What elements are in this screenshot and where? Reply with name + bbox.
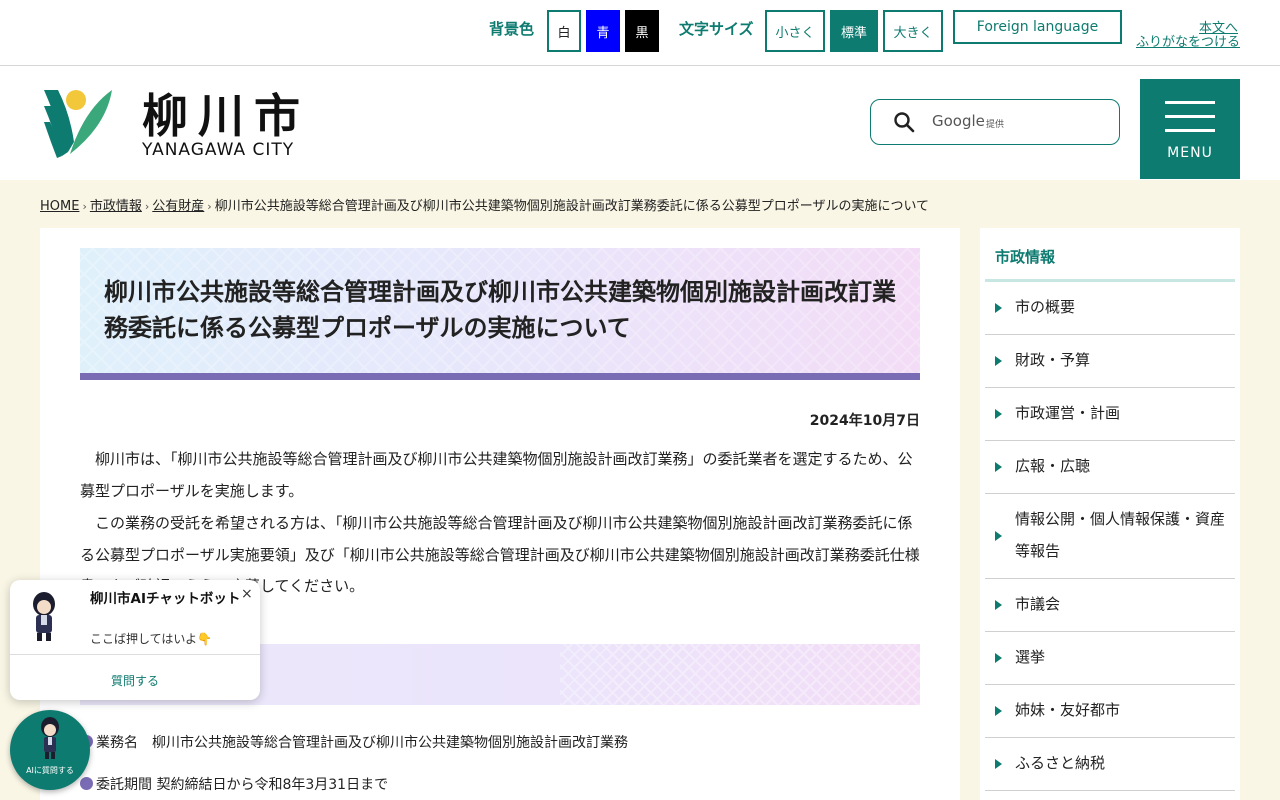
sidebar-item-hometown-tax[interactable]: ふるさと納税: [985, 738, 1235, 791]
page-title: 柳川市公共施設等総合管理計画及び柳川市公共建築物個別施設計画改訂業務委託に係る公…: [104, 278, 896, 342]
breadcrumb-public-property[interactable]: 公有財産: [152, 199, 204, 214]
font-size-label: 文字サイズ: [679, 20, 754, 38]
caret-right-icon: [995, 462, 1002, 472]
caret-right-icon: [995, 531, 1002, 541]
menu-button[interactable]: MENU: [1140, 79, 1240, 179]
search-input[interactable]: Google 提供: [870, 99, 1120, 145]
breadcrumb: HOME › 市政情報 › 公有財産 › 柳川市公共施設等総合管理計画及び柳川市公共建築物個…: [40, 199, 930, 214]
sidebar-item-overview[interactable]: 市の概要: [985, 282, 1235, 335]
divider: [10, 654, 260, 655]
caret-right-icon: [995, 409, 1002, 419]
menu-label: MENU: [1167, 145, 1213, 161]
search-icon[interactable]: [893, 111, 915, 137]
caret-right-icon: [995, 653, 1002, 663]
intro-paragraph: 柳川市は、「柳川市公共施設等総合管理計画及び柳川市公共建築物個別施設計画改訂業務…: [80, 450, 913, 500]
foreign-language-button[interactable]: Foreign language: [953, 10, 1122, 44]
caret-right-icon: [995, 600, 1002, 610]
font-small-button[interactable]: 小さく: [765, 10, 825, 52]
detail-item: 委託期間 契約締結日から令和8年3月31日まで: [80, 774, 388, 794]
sidebar-item-elections[interactable]: 選挙: [985, 632, 1235, 685]
chatbot-launcher-button[interactable]: AIに質問する: [10, 710, 90, 790]
chatbot-popup: 柳川市AIチャットボット ここば押してはいよ👇 × 質問する: [10, 580, 260, 700]
caret-right-icon: [995, 759, 1002, 769]
font-large-button[interactable]: 大きく: [883, 10, 943, 52]
bg-black-button[interactable]: 黒: [625, 10, 659, 52]
font-standard-button[interactable]: 標準: [830, 10, 878, 52]
sidebar-item-information-disclosure[interactable]: 情報公開・個人情報保護・資産等報告: [985, 494, 1235, 579]
search-provider-suffix: 提供: [986, 120, 1005, 130]
furigana-link[interactable]: ふりがなをつける: [1136, 31, 1240, 50]
publish-date: 2024年10月7日: [809, 413, 920, 429]
menu-icon: [1165, 101, 1215, 104]
site-name-en: YANAGAWA CITY: [142, 140, 295, 160]
sidebar-nav: 市政情報 市の概要 財政・予算 市政運営・計画 広報・広聴 情報公開・個人情報保…: [980, 228, 1240, 800]
chatbot-title: 柳川市AIチャットボット: [90, 591, 241, 607]
sidebar-item-city-council[interactable]: 市議会: [985, 579, 1235, 632]
site-header: 柳川市 YANAGAWA CITY Google 提供 MENU: [0, 66, 1280, 180]
bg-blue-button[interactable]: 青: [586, 10, 620, 52]
bullet-icon: [80, 777, 93, 790]
breadcrumb-city-info[interactable]: 市政情報: [90, 199, 142, 214]
sidebar-heading: 市政情報: [985, 228, 1235, 282]
search-provider-label: Google: [932, 112, 985, 130]
page-title-box: 柳川市公共施設等総合管理計画及び柳川市公共建築物個別施設計画改訂業務委託に係る公…: [80, 248, 920, 380]
sidebar-item-administration[interactable]: 市政運営・計画: [985, 388, 1235, 441]
close-icon[interactable]: ×: [241, 586, 253, 602]
chatbot-ask-button[interactable]: 質問する: [10, 672, 260, 689]
bg-white-button[interactable]: 白: [547, 10, 581, 52]
city-logo-icon[interactable]: [40, 86, 114, 164]
sidebar-item-finance[interactable]: 財政・予算: [985, 335, 1235, 388]
bg-color-label: 背景色: [489, 20, 535, 38]
caret-right-icon: [995, 706, 1002, 716]
detail-item: 業務名 柳川市公共施設等総合管理計画及び柳川市公共建築物個別施設計画改訂業務: [80, 732, 628, 752]
caret-right-icon: [995, 303, 1002, 313]
chatbot-subtitle: ここば押してはいよ👇: [90, 632, 213, 646]
caret-right-icon: [995, 356, 1002, 366]
article: 柳川市公共施設等総合管理計画及び柳川市公共建築物個別施設計画改訂業務委託に係る公…: [40, 228, 960, 800]
utility-bar: 背景色 白 青 黒 文字サイズ 小さく 標準 大きく Foreign langu…: [0, 0, 1280, 66]
chatbot-launcher-label: AIに質問する: [26, 766, 74, 775]
chatbot-avatar-icon: [24, 590, 64, 646]
site-name-jp: 柳川市: [142, 89, 310, 143]
breadcrumb-current: 柳川市公共施設等総合管理計画及び柳川市公共建築物個別施設計画改訂業務委託に係る公…: [214, 199, 930, 214]
chatbot-avatar-icon: [35, 716, 65, 766]
breadcrumb-home[interactable]: HOME: [40, 199, 79, 214]
sidebar-item-sister-cities[interactable]: 姉妹・友好都市: [985, 685, 1235, 738]
sidebar-item-public-relations[interactable]: 広報・広聴: [985, 441, 1235, 494]
